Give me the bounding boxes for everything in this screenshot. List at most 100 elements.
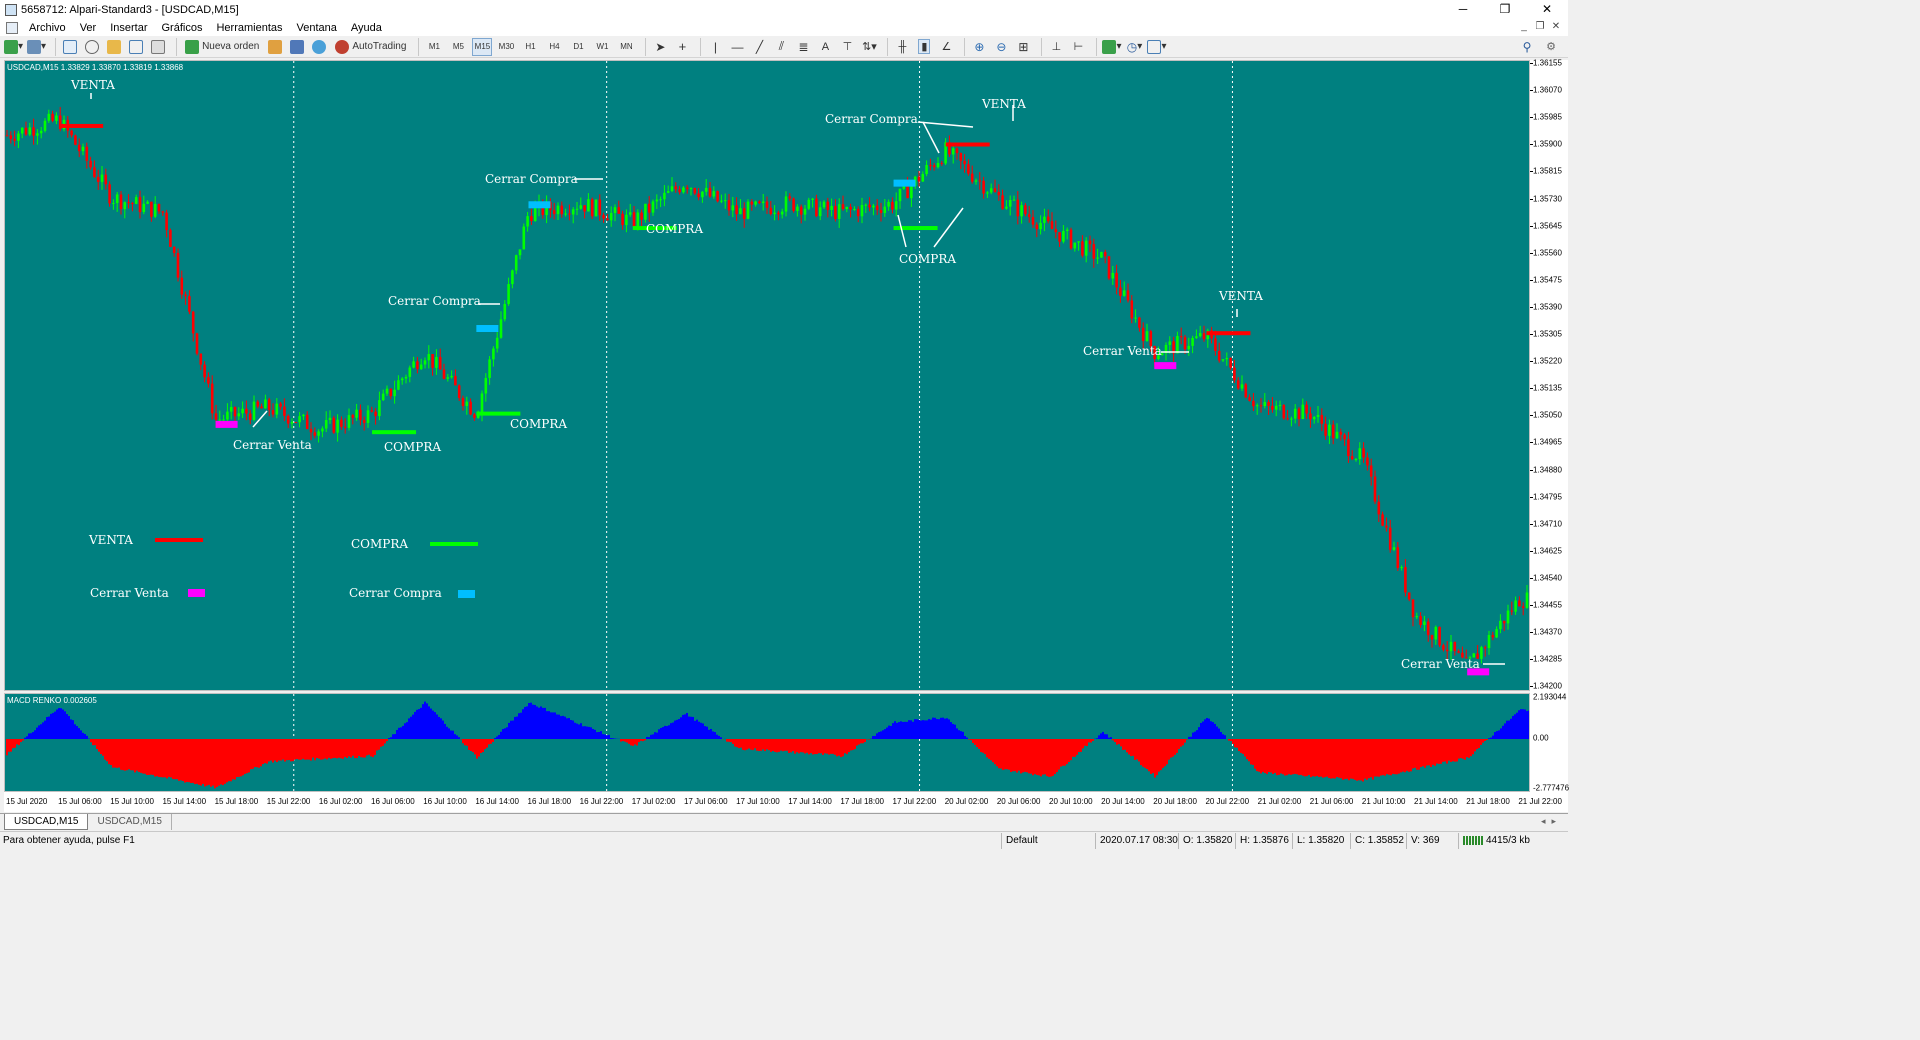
menu-herramientas[interactable]: Herramientas [209,22,289,34]
bearish-candle [1438,626,1441,646]
text-label-button[interactable]: ⊤ [838,38,856,56]
close-button[interactable]: ✕ [1526,0,1568,19]
macd-bar [1074,739,1076,757]
macd-bar [288,739,290,760]
crosshair-button[interactable]: + [673,38,691,56]
restore-button[interactable]: ❐ [1484,0,1526,19]
macd-bar [1032,739,1034,776]
macd-bar [578,724,580,739]
candlestick-button[interactable]: ▮ [915,38,933,56]
community-button[interactable]: ⚙ [1542,38,1560,56]
minimize-button[interactable]: ─ [1442,0,1484,19]
price-axis[interactable]: 2.193044 0.00 -2.777476 1.36155 1.36070 1.… [1530,59,1569,793]
macd-panel[interactable]: MACD RENKO 0.002605 [4,693,1530,792]
macd-bar [380,739,382,747]
tile-windows-button[interactable]: ⊞ [1014,38,1032,56]
bullish-candle [275,403,279,415]
depth-of-market-button[interactable] [266,38,284,56]
macd-bar [306,739,308,760]
macd-bar [86,735,88,739]
time-label: 17 Jul 06:00 [683,797,728,806]
macd-bar [1394,739,1396,775]
tab-usdcad-m15[interactable]: USDCAD,M15 [4,814,89,830]
bearish-candle [340,419,343,427]
indicators-button[interactable]: ▾ [1102,38,1121,56]
timeframe-w1[interactable]: W1 [592,38,612,56]
macd-bar [672,722,674,739]
timeframe-m30[interactable]: M30 [496,38,516,56]
arrows-button[interactable]: ⇅▾ [860,38,878,56]
web-button[interactable] [310,38,328,56]
bearish-candle [1252,400,1255,407]
mdi-restore-button[interactable]: ❐ [1532,19,1548,36]
favorites-button[interactable] [105,38,123,56]
time-axis[interactable]: 15 Jul 2020 15 Jul 06:00 15 Jul 10:00 15 Ju… [4,792,1568,812]
new-chart-button[interactable]: ▾ [4,38,23,56]
trendline-button[interactable]: ╱ [750,38,768,56]
timeframe-h4[interactable]: H4 [544,38,564,56]
macd-bar [262,739,264,765]
macd-bar [806,739,808,753]
macd-bar [100,739,102,755]
tab-scroll-arrows[interactable]: ◂▸ [1541,816,1562,827]
bullish-candle [807,199,811,209]
periods-button[interactable]: ◷ ▾ [1125,38,1143,56]
market-watch-button[interactable] [61,38,79,56]
timeframe-m15[interactable]: M15 [472,37,493,56]
mdi-close-button[interactable]: ✕ [1548,19,1564,36]
timeframe-mn[interactable]: MN [616,38,636,56]
channel-button[interactable]: ⫽ [772,38,790,56]
bearish-candle [1309,413,1312,420]
macd-bar [330,739,332,759]
bearish-candle [1115,272,1118,288]
bearish-candle [309,428,313,433]
horizontal-line-button[interactable]: — [728,38,746,56]
profiles-button[interactable]: ▾ [27,38,46,56]
macd-bar [1146,739,1148,770]
price-chart[interactable]: USDCAD,M15 1.33829 1.33870 1.33819 1.338… [4,60,1530,691]
strategy-tester-button[interactable] [149,38,167,56]
fibonacci-button[interactable]: ≣ [794,38,812,56]
timeframe-m1[interactable]: M1 [424,38,444,56]
line-chart-button[interactable]: ∠ [937,38,955,56]
macd-bar [628,739,630,744]
macd-bar [1012,739,1014,772]
bar-chart-button[interactable]: ╫ [893,38,911,56]
menu-insertar[interactable]: Insertar [103,22,154,34]
timeframe-h1[interactable]: H1 [520,38,540,56]
bearish-candle [191,311,195,334]
zoom-out-button[interactable]: ⊖ [992,38,1010,56]
autotrading-button[interactable]: AutoTrading [332,38,409,56]
menu-ayuda[interactable]: Ayuda [344,22,389,34]
menu-ver[interactable]: Ver [73,22,104,34]
bearish-candle [750,201,754,205]
bearish-candle [1491,634,1495,638]
macd-bar [264,739,266,764]
zoom-in-button[interactable]: ⊕ [970,38,988,56]
search-button[interactable]: ⚲ [1518,38,1536,56]
menu-ventana[interactable]: Ventana [290,22,344,34]
macd-bar [188,739,190,783]
macd-bar [78,728,80,739]
auto-scroll-button[interactable]: ⊥ [1047,38,1065,56]
menu-graficos[interactable]: Gráficos [155,22,210,34]
timeframe-d1[interactable]: D1 [568,38,588,56]
templates-button[interactable]: ▾ [1147,38,1167,56]
menu-archivo[interactable]: Archivo [22,22,73,34]
macd-bar [1340,739,1342,779]
navigator-button[interactable] [83,38,101,56]
macd-bar [366,739,368,756]
timeframe-m5[interactable]: M5 [448,38,468,56]
tab-usdcad-m15-second[interactable]: USDCAD,M15 [88,814,172,830]
bullish-candle [484,377,488,394]
terminal-button[interactable] [127,38,145,56]
new-order-button[interactable]: Nueva orden [182,38,262,56]
signals-button[interactable] [288,38,306,56]
chart-window-icon[interactable] [6,21,18,34]
mdi-minimize-button[interactable]: _ [1516,19,1532,36]
text-button[interactable]: A [816,38,834,56]
cursor-button[interactable]: ➤ [651,38,669,56]
bearish-candle [674,186,678,190]
vertical-line-button[interactable]: | [706,38,724,56]
chart-shift-button[interactable]: ⊢ [1069,38,1087,56]
